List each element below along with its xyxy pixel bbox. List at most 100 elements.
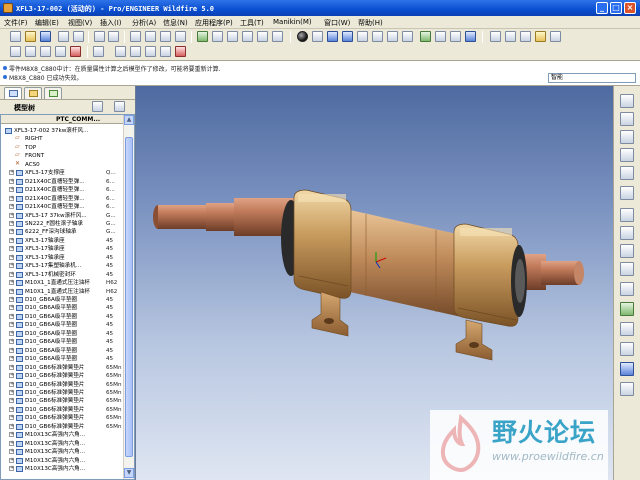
expand-toggle-icon[interactable]: + [9, 364, 14, 370]
measure-icon[interactable] [272, 31, 283, 42]
tree-row[interactable]: + D10_GB6标准弹簧垫片 65Mn [1, 397, 123, 405]
close-button[interactable]: × [624, 2, 636, 14]
tree-row[interactable]: + D10_GB6标准弹簧垫片 65Mn [1, 381, 123, 389]
main-cylinder[interactable] [341, 208, 466, 318]
tree-row[interactable]: ✕ ACS0 [1, 160, 123, 169]
right-bearing-housing[interactable] [453, 223, 527, 361]
tree-row[interactable]: + M10X1_1直通式压注油杯 H62 [1, 279, 123, 287]
shaded-icon[interactable] [535, 31, 546, 42]
tree-row[interactable]: + XFL3-17轴承座 45 [1, 245, 123, 253]
repaint-icon[interactable] [327, 31, 338, 42]
column-header-ptc-common[interactable]: PTC_COMM... [56, 116, 100, 123]
tree-row[interactable]: + XFL3-17轴承座 45 [1, 237, 123, 245]
expand-toggle-icon[interactable]: + [9, 195, 14, 201]
datum-axis-toggle-icon[interactable] [25, 46, 36, 57]
expand-toggle-icon[interactable]: + [9, 229, 14, 235]
csys-toggle-icon[interactable] [55, 46, 66, 57]
expand-toggle-icon[interactable]: + [9, 356, 14, 362]
expand-toggle-icon[interactable]: + [9, 280, 14, 286]
tree-row[interactable]: + D10_GB6标准弹簧垫片 65Mn [1, 389, 123, 397]
expand-toggle-icon[interactable]: + [9, 440, 14, 446]
expand-toggle-icon[interactable]: + [9, 297, 14, 302]
tree-row[interactable]: + XFL3-17支撑座 Q... [1, 169, 123, 177]
menu-analysis[interactable]: 分析(A) [132, 18, 156, 28]
menu-edit[interactable]: 编辑(E) [35, 18, 59, 28]
datum-point-toggle-icon[interactable] [40, 46, 51, 57]
csys-create-icon[interactable] [620, 166, 634, 180]
tree-row[interactable]: + M10X1_1直通式压注油杯 H62 [1, 288, 123, 296]
shading-sphere-icon[interactable] [297, 31, 308, 42]
tree-row[interactable]: + D21X40C直槽轻型弹... 6... [1, 178, 123, 186]
tree-row[interactable]: + XFL3-17机械密封环 45 [1, 271, 123, 279]
expand-toggle-icon[interactable]: + [9, 246, 14, 252]
expand-toggle-icon[interactable]: + [9, 432, 14, 438]
left-bearing-housing[interactable] [281, 189, 352, 337]
tree-vertical-scrollbar[interactable]: ▲ ▼ [123, 115, 134, 479]
paste-special-icon[interactable] [175, 31, 186, 42]
tree-row[interactable]: + D10_GB6A级平垫圈 45 [1, 330, 123, 338]
pattern-icon[interactable] [620, 302, 634, 316]
assemble-component-icon[interactable] [620, 208, 634, 222]
expand-toggle-icon[interactable]: + [9, 204, 14, 210]
hole-icon[interactable] [620, 282, 634, 296]
tree-row[interactable]: + M10X13C高强内六角... [1, 448, 123, 456]
expand-toggle-icon[interactable]: + [9, 449, 14, 455]
orientation-icon[interactable] [465, 31, 476, 42]
delete-component-icon[interactable] [175, 46, 186, 57]
expand-toggle-icon[interactable]: + [9, 220, 14, 226]
expand-toggle-icon[interactable]: + [9, 170, 14, 176]
redo-icon[interactable] [108, 31, 119, 42]
menu-applications[interactable]: 应用程序(P) [195, 18, 233, 28]
tree-row[interactable]: + D10_GB6A级平垫圈 45 [1, 304, 123, 312]
minimize-button[interactable]: _ [596, 2, 608, 14]
regenerate-icon[interactable] [197, 31, 208, 42]
expand-toggle-icon[interactable]: + [9, 423, 14, 429]
tab-folder-browser[interactable] [24, 87, 42, 99]
expand-toggle-icon[interactable]: + [9, 406, 14, 412]
extrude-icon[interactable] [620, 244, 634, 258]
revolve-icon[interactable] [620, 262, 634, 276]
tree-row[interactable]: + XFL3-17集塑轴承机... 45 [1, 262, 123, 270]
component-icon[interactable] [115, 46, 126, 57]
merge-icon[interactable] [620, 362, 634, 376]
tree-row[interactable]: + D10_GB6标准弹簧垫片 65Mn [1, 414, 123, 422]
expand-toggle-icon[interactable]: + [9, 187, 14, 193]
tree-row[interactable]: + M10X13C高强内六角... [1, 465, 123, 473]
datum-point-icon[interactable] [620, 148, 634, 162]
zoom-out-icon[interactable] [372, 31, 383, 42]
trim-icon[interactable] [620, 342, 634, 356]
email-icon[interactable] [73, 31, 84, 42]
tree-row[interactable]: + D10_GB6A级平垫圈 45 [1, 338, 123, 346]
selection-filter-dropdown[interactable]: 智能 [548, 73, 636, 83]
scroll-down-icon[interactable]: ▼ [124, 468, 134, 478]
expand-toggle-icon[interactable]: + [9, 322, 14, 328]
zoom-in-icon[interactable] [357, 31, 368, 42]
tree-row[interactable]: + XFL3-17轴承座 45 [1, 254, 123, 262]
tree-row[interactable]: +6222_FF深沟球轴承 G... [1, 228, 123, 236]
expand-toggle-icon[interactable]: + [9, 263, 14, 269]
analysis-icon[interactable] [620, 186, 634, 200]
expand-toggle-icon[interactable]: + [9, 398, 14, 404]
tree-row[interactable]: + D10_GB6A级平垫圈 45 [1, 355, 123, 363]
expand-toggle-icon[interactable]: + [9, 330, 14, 336]
assembly-view-icon[interactable] [145, 46, 156, 57]
saved-views-icon[interactable] [435, 31, 446, 42]
menu-manikin[interactable]: Manikin(M) [273, 18, 312, 26]
view-dropdown-icon[interactable] [450, 31, 461, 42]
expand-toggle-icon[interactable]: + [9, 237, 14, 243]
expand-toggle-icon[interactable]: + [9, 288, 14, 294]
tree-row[interactable]: + D21X40C直槽轻型弹... 6... [1, 203, 123, 211]
menu-tools[interactable]: 工具(T) [240, 18, 264, 28]
sketch-curve-icon[interactable] [620, 130, 634, 144]
select-box-icon[interactable] [227, 31, 238, 42]
offset-icon[interactable] [620, 382, 634, 396]
datum-plane-icon[interactable] [620, 94, 634, 108]
expand-toggle-icon[interactable]: + [9, 347, 14, 353]
tree-row[interactable]: + SN222_F圆柱滚子轴承 G... [1, 220, 123, 228]
create-in-assembly-icon[interactable] [620, 226, 634, 240]
find-icon[interactable] [212, 31, 223, 42]
tree-row[interactable]: + D10_GB6A级平垫圈 45 [1, 347, 123, 355]
refit-icon[interactable] [387, 31, 398, 42]
paste-icon[interactable] [160, 31, 171, 42]
expand-toggle-icon[interactable]: + [9, 339, 14, 345]
